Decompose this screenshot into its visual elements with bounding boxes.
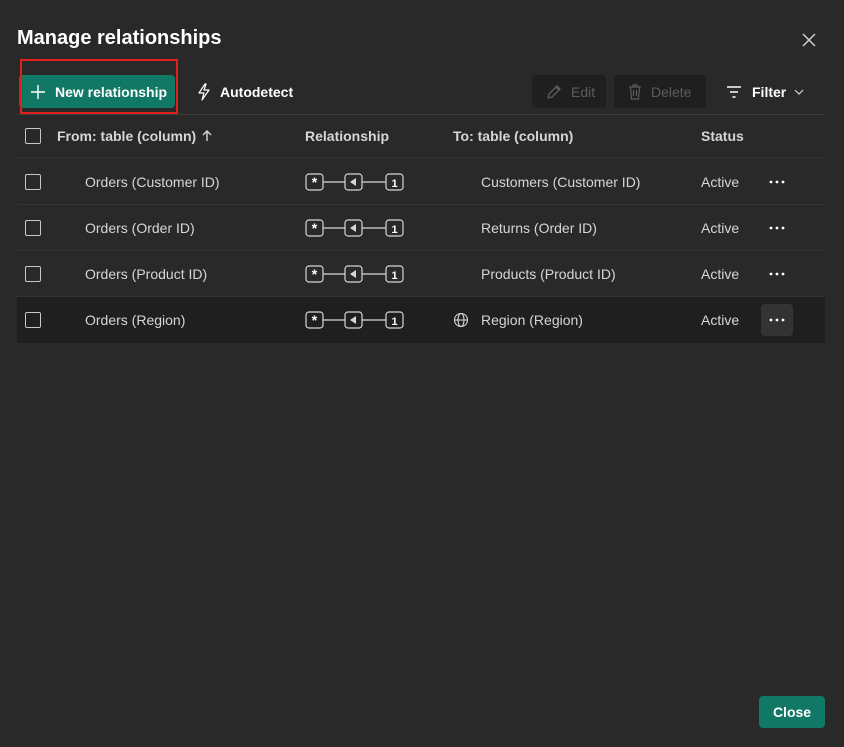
autodetect-button[interactable]: Autodetect [196,80,293,104]
pencil-icon [547,84,561,99]
more-options-icon [769,180,785,183]
cardinality-from-text: * [312,174,318,190]
filter-button[interactable]: Filter [726,80,804,104]
row-checkbox[interactable] [25,219,41,236]
relationship-cardinality-icon: * 1 [305,264,404,283]
filter-label: Filter [752,84,787,100]
more-options-button[interactable] [761,258,793,290]
relationship-cell: * 1 [305,297,405,343]
from-cell: Orders (Customer ID) [85,173,220,190]
row-checkbox[interactable] [25,265,41,282]
select-all-checkbox[interactable] [25,128,41,144]
autodetect-label: Autodetect [220,84,294,100]
status-cell: Active [701,219,740,236]
cardinality-from-text: * [312,312,318,328]
status-cell: Active [701,312,740,328]
column-header-from-label: From: table (column) [57,128,197,144]
status-cell: Active [701,173,740,190]
from-cell: Orders (Order ID) [85,219,195,236]
table-row[interactable]: Orders (Order ID) * 1 Returns (Order ID)… [17,205,825,251]
more-options-button[interactable] [761,304,793,336]
cardinality-to-text: 1 [391,178,397,190]
close-icon[interactable] [800,31,818,49]
column-header-relationship[interactable]: Relationship [305,115,389,157]
trash-icon [629,83,641,100]
more-options-icon [769,272,785,275]
close-button[interactable]: Close [759,696,825,728]
from-cell: Orders (Product ID) [85,265,208,282]
row-checkbox[interactable] [25,312,41,328]
cardinality-to-text: 1 [391,316,397,328]
relationship-cell: * 1 [305,205,405,250]
delete-button[interactable]: Delete [614,75,706,108]
more-options-button[interactable] [761,166,793,198]
status-cell: Active [701,265,740,282]
table-header: From: table (column) Relationship To: ta… [17,115,825,158]
to-cell: Returns (Order ID) [481,219,597,236]
filter-icon [727,86,741,98]
to-cell: Customers (Customer ID) [481,173,641,190]
lightning-icon [198,83,210,101]
cardinality-from-text: * [312,266,318,282]
chevron-down-icon [794,89,804,95]
more-options-icon [769,318,785,322]
globe-icon [453,312,469,328]
relationship-cardinality-icon: * 1 [305,218,404,237]
globe-cell [453,297,469,343]
table-row[interactable]: Orders (Customer ID) * 1 Customers (Cust… [17,159,825,205]
relationship-cell: * 1 [305,159,405,204]
highlight-box [20,59,178,114]
column-header-status[interactable]: Status [701,115,744,157]
dialog-title: Manage relationships [17,27,222,49]
from-cell: Orders (Region) [85,312,186,328]
to-cell: Products (Product ID) [481,265,616,282]
to-cell: Region (Region) [481,312,583,328]
column-header-to[interactable]: To: table (column) [453,115,573,157]
table-row[interactable]: Orders (Region) * 1 Region (Region) Acti… [17,297,825,343]
more-options-button[interactable] [761,212,793,244]
relationship-cell: * 1 [305,251,405,296]
delete-label: Delete [651,83,692,100]
cardinality-to-text: 1 [391,270,397,282]
edit-label: Edit [571,83,596,100]
column-header-from[interactable]: From: table (column) [57,115,212,157]
row-checkbox[interactable] [25,173,41,190]
cardinality-from-text: * [312,220,318,236]
relationship-cardinality-icon: * 1 [305,311,404,329]
table-row[interactable]: Orders (Product ID) * 1 Products (Produc… [17,251,825,297]
sort-ascending-icon [202,130,212,141]
cardinality-to-text: 1 [391,224,397,236]
relationship-cardinality-icon: * 1 [305,172,404,191]
more-options-icon [769,226,785,229]
edit-button[interactable]: Edit [532,75,606,108]
